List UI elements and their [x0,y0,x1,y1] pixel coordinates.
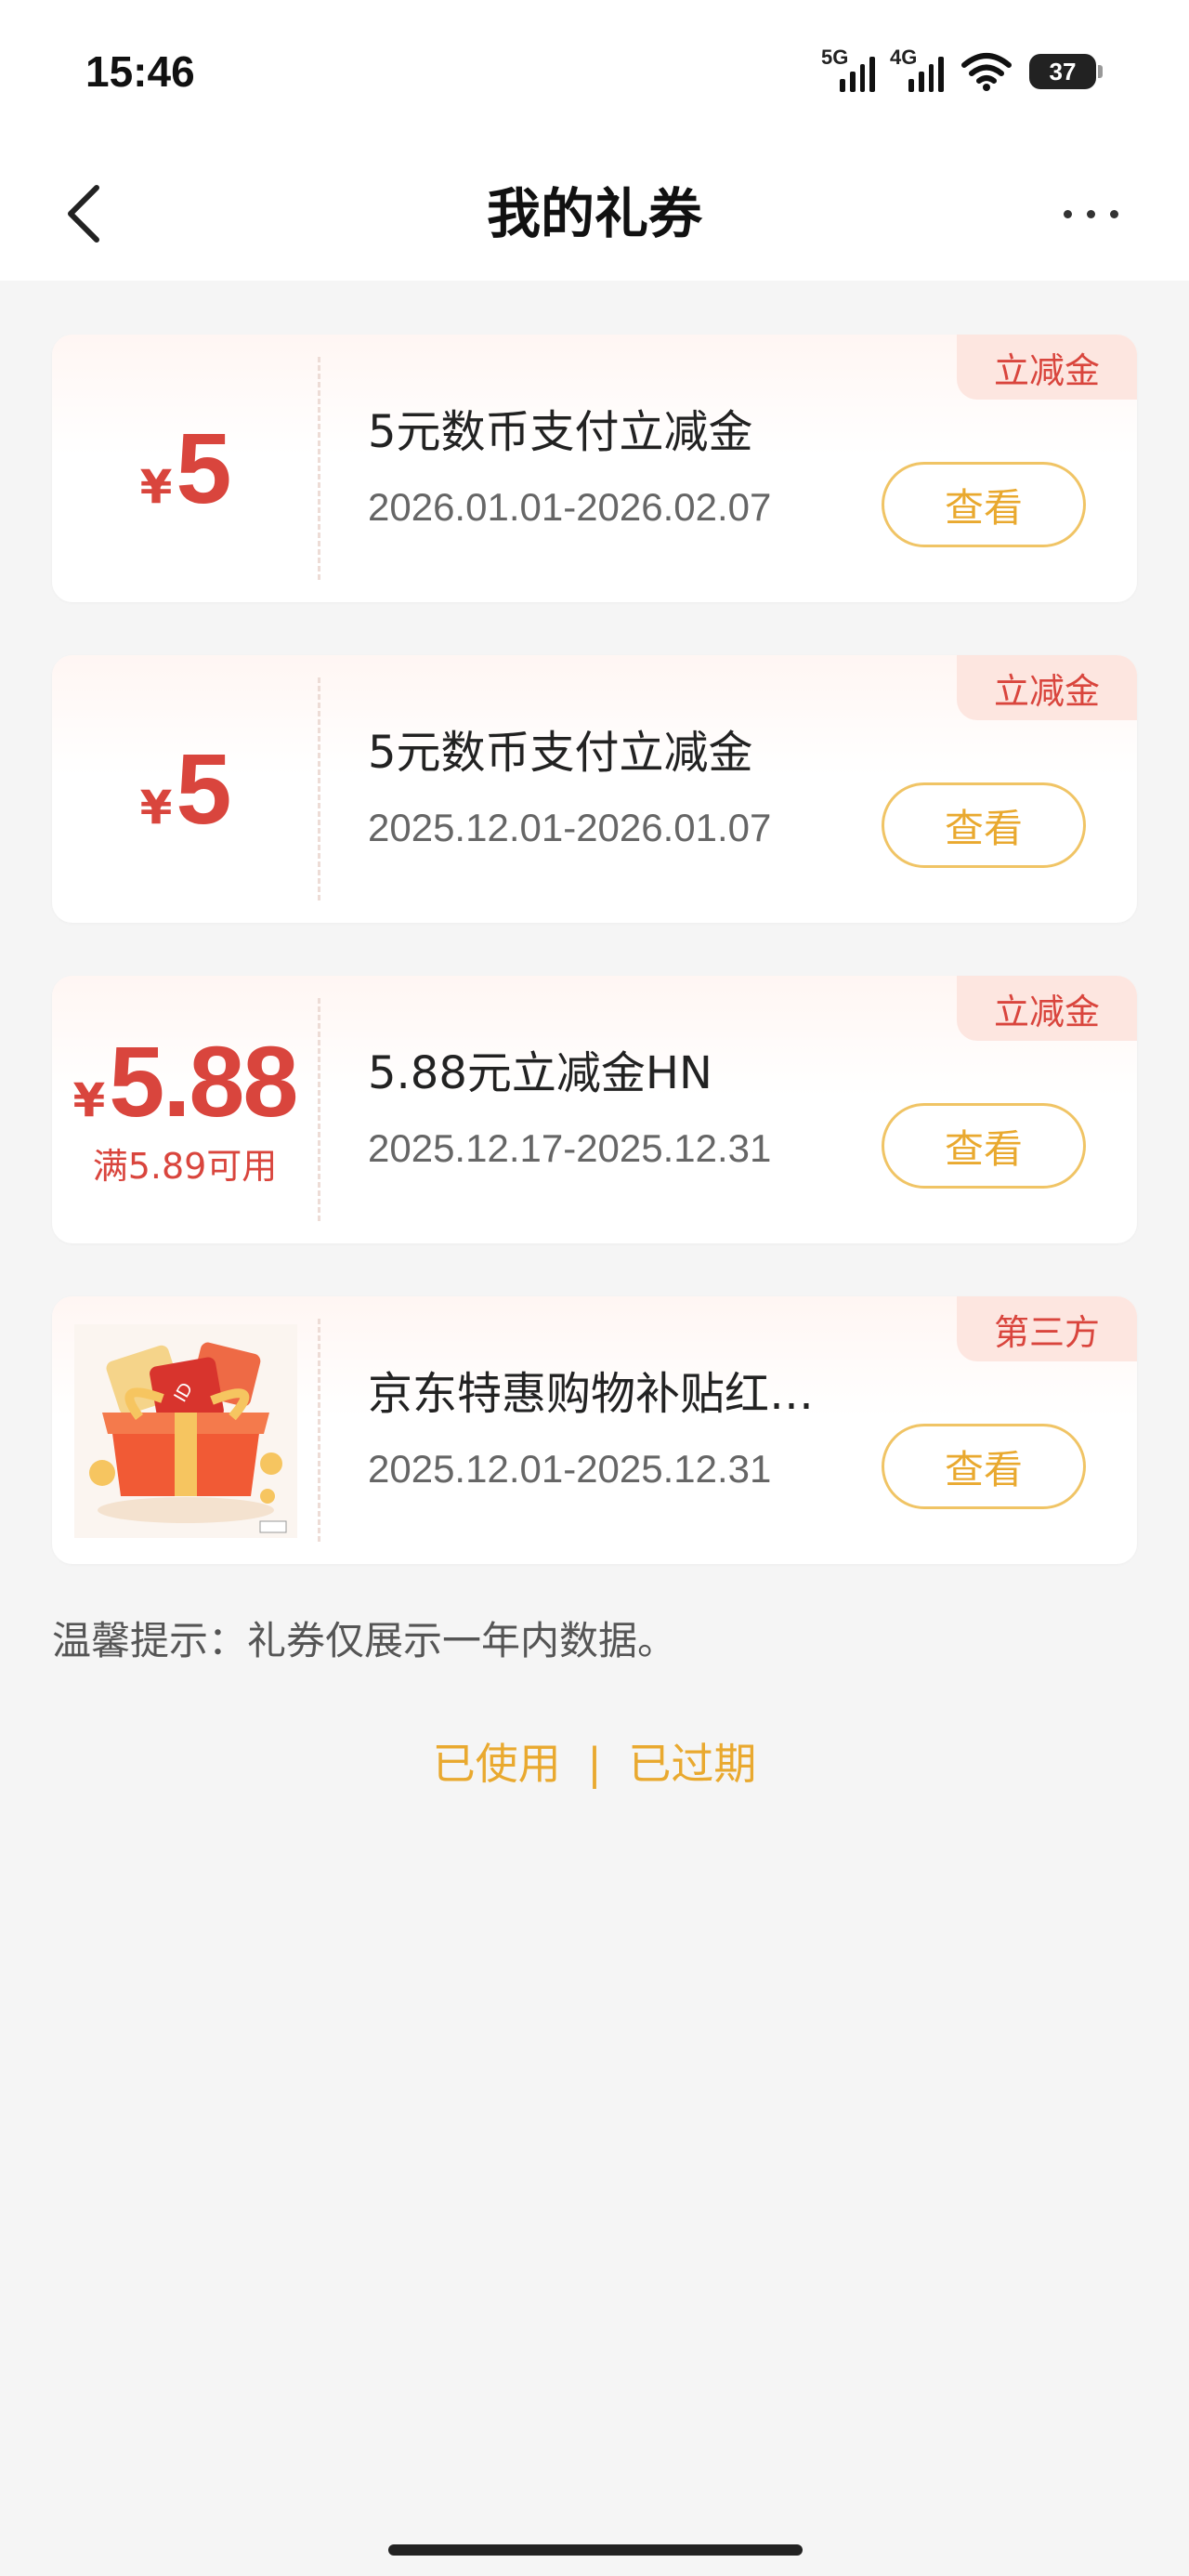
signal-5g-icon: 5G [821,46,875,92]
currency-symbol: ¥ [139,781,173,835]
more-dot-icon [1086,209,1095,218]
coupon-list: ¥ 5 5元数币支付立减金 2026.01.01-2026.02.07 立减金 … [52,335,1137,1617]
coupon-date: 2025.12.17-2025.12.31 [368,1126,772,1170]
home-indicator[interactable] [388,2544,803,2556]
coupon-amount: 5 [176,732,231,845]
status-time: 15:46 [85,47,195,96]
dashed-divider [318,677,320,900]
view-button[interactable]: 查看 [882,462,1086,547]
coupon-amount: 5 [176,412,231,524]
coupon-date: 2025.12.01-2025.12.31 [368,1447,772,1491]
currency-symbol: ¥ [72,1072,106,1127]
more-dot-icon [1063,209,1072,218]
page-title: 我的礼券 [486,182,702,245]
coupon-card[interactable]: ¥ 5 5元数币支付立减金 2026.01.01-2026.02.07 立减金 … [52,335,1137,602]
tip-text: 温馨提示：礼券仅展示一年内数据。 [52,1618,677,1663]
status-bar: 15:46 5G 4G 37 [0,0,1189,149]
coupon-tag: 立减金 [957,976,1137,1041]
coupon-title: 5元数币支付立减金 [368,727,753,779]
more-button[interactable] [1044,177,1137,251]
coupon-tag: 第三方 [957,1296,1137,1361]
dashed-divider [318,1319,320,1542]
coupon-value: ¥ 5.88 满5.89可用 [52,976,318,1243]
battery-icon: 37 [1029,54,1103,89]
coupon-card[interactable]: ¥ 5.88 满5.89可用 5.88元立减金HN 2025.12.17-202… [52,976,1137,1243]
coupon-tag: 立减金 [957,655,1137,720]
wifi-icon [961,53,1012,91]
more-dot-icon [1109,209,1118,218]
currency-symbol: ¥ [139,460,173,514]
coupon-date: 2025.12.01-2026.01.07 [368,806,772,849]
view-button[interactable]: 查看 [882,1103,1086,1189]
coupon-value: ¥ 5 [52,655,318,923]
nav-bar: 我的礼券 [0,149,1189,281]
coupon-condition: 满5.89可用 [92,1145,278,1187]
status-icons: 5G 4G 37 [821,46,1103,95]
coupon-card[interactable]: ID 京东特惠购物补贴红… 2025.12.01-2025.12.31 第三方 … [52,1296,1137,1564]
signal-4g-icon: 4G [890,46,944,92]
dashed-divider [318,998,320,1221]
coupon-amount: 5.88 [109,1024,298,1137]
view-button[interactable]: 查看 [882,1424,1086,1509]
expired-link[interactable]: 已过期 [628,1739,756,1789]
dashed-divider [318,357,320,580]
network-label-4g: 4G [890,46,918,69]
gift-box-icon: ID [74,1324,297,1538]
coupon-image-area: ID [52,1296,318,1564]
coupon-title: 5元数币支付立减金 [368,406,753,458]
history-links: 已使用 | 已过期 [0,1730,1189,1792]
coupon-title: 5.88元立减金HN [368,1047,712,1099]
view-button[interactable]: 查看 [882,782,1086,868]
coupon-tag: 立减金 [957,335,1137,400]
used-link[interactable]: 已使用 [433,1739,561,1789]
link-separator: | [587,1739,602,1789]
coupon-date: 2026.01.01-2026.02.07 [368,485,772,529]
coupon-title: 京东特惠购物补贴红… [368,1368,815,1420]
network-label-5g: 5G [821,46,849,69]
coupon-value: ¥ 5 [52,335,318,602]
coupon-card[interactable]: ¥ 5 5元数币支付立减金 2025.12.01-2026.01.07 立减金 … [52,655,1137,923]
